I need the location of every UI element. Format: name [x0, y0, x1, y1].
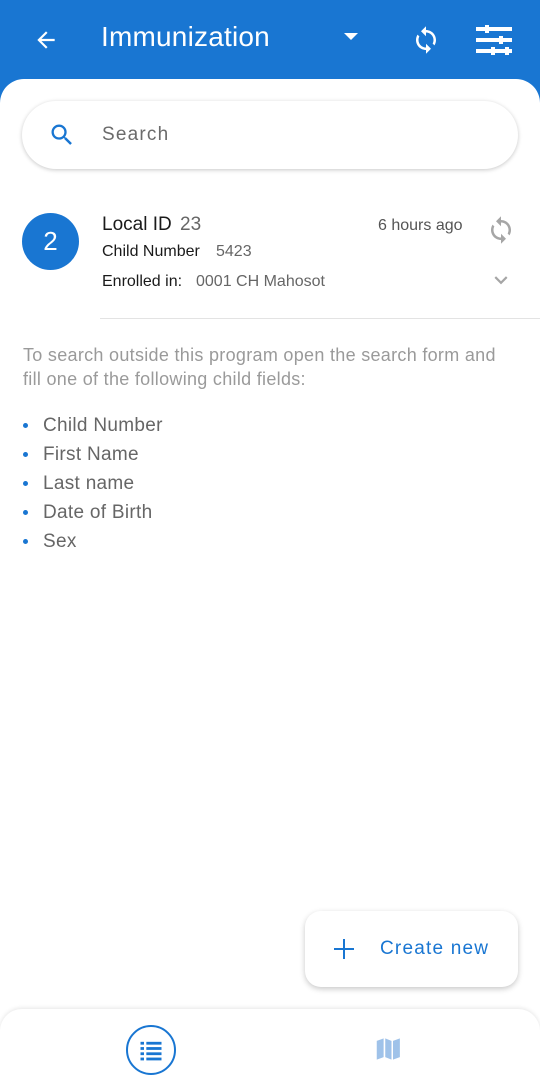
- divider: [100, 318, 540, 319]
- bullet-icon: [23, 452, 28, 457]
- field-name: Date of Birth: [43, 501, 153, 523]
- field-name: Sex: [43, 530, 77, 552]
- sync-button[interactable]: [406, 20, 446, 60]
- search-field-list: Child Number First Name Last name Date o…: [23, 411, 163, 556]
- list-item: Date of Birth: [23, 498, 163, 527]
- enrolled-label: Enrolled in:: [102, 273, 183, 290]
- back-button[interactable]: [26, 20, 66, 60]
- bullet-icon: [23, 481, 28, 486]
- filter-button[interactable]: [474, 20, 514, 60]
- last-updated-time: 6 hours ago: [378, 217, 463, 234]
- bullet-icon: [23, 539, 28, 544]
- bullet-icon: [23, 423, 28, 428]
- chevron-down-icon[interactable]: [488, 267, 514, 293]
- avatar: 2: [22, 213, 79, 270]
- local-id-value: 23: [180, 214, 202, 235]
- enrolled-value: 0001 CH Mahosot: [196, 273, 325, 290]
- search-input[interactable]: [102, 113, 492, 157]
- list-view-tab[interactable]: [126, 1025, 176, 1075]
- list-item: Child Number: [23, 411, 163, 440]
- search-hint-text: To search outside this program open the …: [23, 345, 496, 389]
- list-icon: [140, 1041, 162, 1061]
- list-item: Sex: [23, 527, 163, 556]
- child-number-label: Child Number: [102, 243, 200, 260]
- program-dropdown-icon[interactable]: [344, 33, 358, 40]
- map-icon[interactable]: [372, 1034, 404, 1064]
- create-new-button[interactable]: Create new: [305, 911, 518, 987]
- plus-icon: [334, 939, 354, 959]
- field-name: First Name: [43, 443, 139, 465]
- bottom-navigation: [0, 1009, 540, 1089]
- tei-card[interactable]: 2 Local ID 23 Child Number 5423 Enrolled…: [0, 199, 540, 319]
- sync-status-icon[interactable]: [486, 215, 516, 245]
- search-icon: [51, 124, 72, 145]
- main-content: 2 Local ID 23 Child Number 5423 Enrolled…: [0, 79, 540, 1089]
- search-bar[interactable]: [22, 101, 518, 169]
- arrow-back-icon: [37, 31, 55, 49]
- program-title[interactable]: Immunization: [101, 21, 270, 53]
- field-name: Last name: [43, 472, 135, 494]
- field-name: Child Number: [43, 414, 163, 436]
- bullet-icon: [23, 510, 28, 515]
- top-app-bar: Immunization: [0, 0, 540, 80]
- create-new-label: Create new: [380, 938, 490, 959]
- filter-sliders-icon: [476, 25, 512, 55]
- list-item: Last name: [23, 469, 163, 498]
- sync-icon: [416, 26, 436, 54]
- child-number-value: 5423: [216, 243, 252, 260]
- local-id-label: Local ID: [102, 214, 172, 235]
- list-item: First Name: [23, 440, 163, 469]
